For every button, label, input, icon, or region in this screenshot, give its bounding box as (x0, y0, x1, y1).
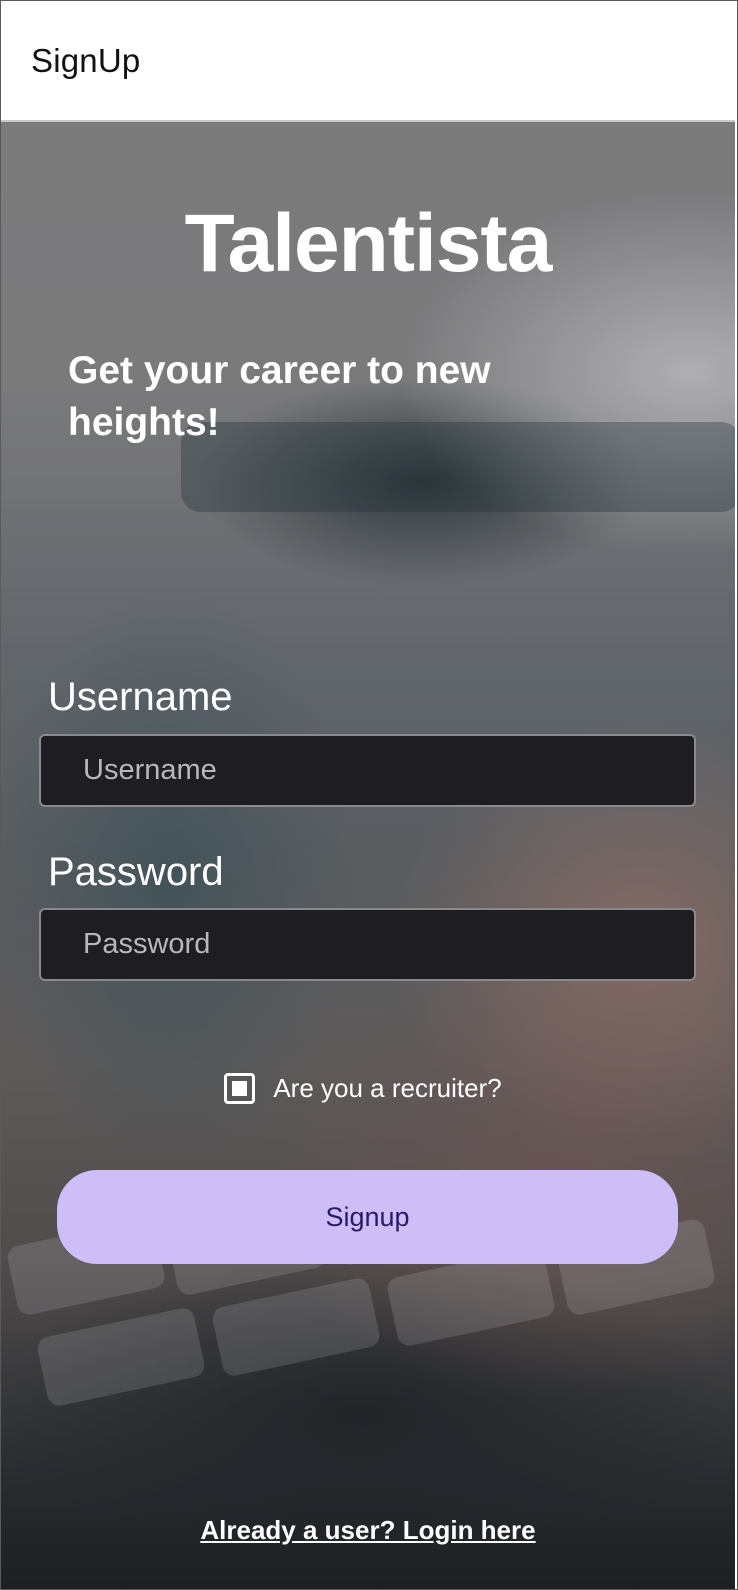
username-input[interactable] (39, 734, 696, 807)
checkbox-check-icon (232, 1081, 248, 1096)
recruiter-checkbox-label[interactable]: Are you a recruiter? (273, 1073, 501, 1104)
login-link[interactable]: Already a user? Login here (1, 1515, 735, 1546)
recruiter-option: Are you a recruiter? (1, 1073, 735, 1104)
password-input[interactable] (39, 908, 696, 981)
password-label: Password (48, 850, 224, 894)
username-label: Username (48, 675, 233, 719)
screen: SignUp Talentista Get your career to new… (0, 0, 738, 1590)
app-bar: SignUp (1, 1, 735, 122)
recruiter-checkbox[interactable] (224, 1073, 256, 1104)
signup-button[interactable]: Signup (57, 1170, 678, 1264)
tagline: Get your career to new heights! (68, 349, 491, 444)
signup-hero: Talentista Get your career to new height… (1, 122, 735, 1589)
brand-title: Talentista (184, 198, 553, 289)
app-bar-title: SignUp (31, 41, 141, 79)
